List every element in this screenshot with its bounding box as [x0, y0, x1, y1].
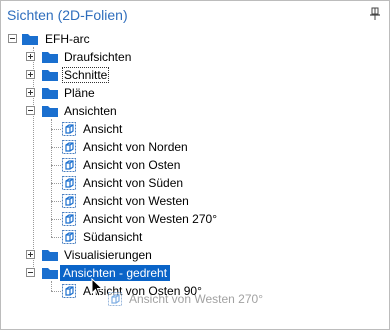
tree-item-view[interactable]: Ansicht von Osten	[1, 156, 389, 174]
tree-node-root[interactable]: EFH-arc	[1, 30, 389, 48]
mouse-cursor-icon	[91, 278, 104, 297]
tree-label: Ansicht von Westen	[83, 194, 189, 208]
expand-icon[interactable]	[26, 250, 35, 259]
panel-titlebar: Sichten (2D-Folien)	[1, 1, 389, 29]
tree-label: Ansicht von Süden	[83, 176, 184, 190]
collapse-icon[interactable]	[26, 106, 35, 115]
expand-icon[interactable]	[26, 52, 35, 61]
tree-node-plaene[interactable]: Pläne	[1, 84, 389, 102]
collapse-icon[interactable]	[8, 34, 17, 43]
tree-label: EFH-arc	[45, 32, 90, 46]
folder-icon	[42, 106, 58, 117]
view-icon	[108, 292, 122, 306]
expand-icon[interactable]	[26, 88, 35, 97]
folder-icon	[42, 268, 58, 279]
tree-node-visualisierungen[interactable]: Visualisierungen	[1, 246, 389, 264]
pin-icon[interactable]	[369, 7, 381, 21]
tree-label: Schnitte	[62, 67, 110, 83]
view-icon	[62, 212, 76, 226]
collapse-icon[interactable]	[26, 268, 35, 277]
folder-icon	[42, 88, 58, 99]
view-icon	[62, 122, 76, 136]
view-icon	[62, 230, 76, 244]
tree-node-ansichten-gedreht[interactable]: Ansichten - gedreht	[1, 264, 389, 282]
tree-label: Ansicht von Osten	[83, 158, 181, 172]
tree-item-view[interactable]: Ansicht von Süden	[1, 174, 389, 192]
tree-label: Pläne	[64, 86, 95, 100]
tree-node-ansichten[interactable]: Ansichten	[1, 102, 389, 120]
view-icon	[62, 194, 76, 208]
view-icon	[62, 284, 76, 298]
view-icon	[62, 140, 76, 154]
folder-icon	[22, 34, 38, 45]
folder-icon	[42, 250, 58, 261]
view-icon	[62, 176, 76, 190]
tree-item-view[interactable]: Ansicht von Westen 270°	[1, 210, 389, 228]
tree-item-view[interactable]: Ansicht	[1, 120, 389, 138]
tree-node-schnitte[interactable]: Schnitte	[1, 66, 389, 84]
drag-ghost-label: Ansicht von Westen 270°	[129, 292, 263, 306]
tree-label: Ansicht von Norden	[83, 140, 188, 154]
tree-label: Südansicht	[83, 230, 143, 244]
panel-title: Sichten (2D-Folien)	[7, 7, 128, 23]
tree-label: Ansicht von Westen 270°	[83, 212, 217, 226]
tree-label: Ansichten	[64, 104, 117, 118]
tree-item-view[interactable]: Ansicht von Norden	[1, 138, 389, 156]
tree-label: Ansicht	[83, 122, 123, 136]
views-panel: Sichten (2D-Folien) EFH-arc Draufsichten	[0, 0, 390, 330]
folder-icon	[42, 52, 58, 63]
view-icon	[62, 158, 76, 172]
tree-item-view[interactable]: Südansicht	[1, 228, 389, 246]
tree-item-view[interactable]: Ansicht von Westen	[1, 192, 389, 210]
tree-node-draufsichten[interactable]: Draufsichten	[1, 48, 389, 66]
folder-icon	[42, 70, 58, 81]
tree-label: Visualisierungen	[64, 248, 152, 262]
tree-label: Ansichten - gedreht	[60, 265, 171, 281]
expand-icon[interactable]	[26, 70, 35, 79]
tree-label: Draufsichten	[64, 50, 132, 64]
